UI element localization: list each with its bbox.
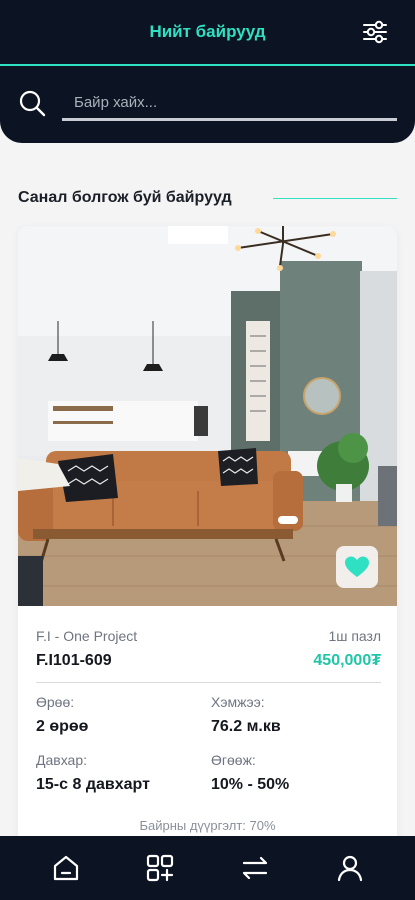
occupancy-note: Байрны дүүргэлт: 70% — [139, 818, 276, 833]
rooms-label: Өрөө: — [36, 694, 75, 710]
favorite-button[interactable] — [336, 546, 378, 588]
nav-add[interactable] — [144, 852, 176, 884]
rooms-value: 2 өрөө — [36, 718, 89, 735]
nav-profile[interactable] — [334, 852, 366, 884]
sliders-icon — [363, 20, 387, 44]
search-icon[interactable] — [18, 89, 46, 117]
search-input[interactable] — [62, 87, 397, 121]
price-unit: 1ш пазл — [328, 628, 381, 644]
swap-icon — [242, 856, 268, 880]
header-divider — [0, 64, 415, 66]
profile-icon — [337, 855, 363, 882]
size-value: 76.2 м.кв — [211, 718, 281, 735]
unit-code: F.I101-609 — [36, 652, 112, 669]
discount-value: 10% - 50% — [211, 776, 290, 793]
add-grid-icon — [146, 854, 174, 882]
top-header: Нийт байрууд — [0, 0, 415, 143]
home-icon — [53, 855, 79, 881]
listing-price: 450,000₮ — [313, 652, 381, 669]
nav-swap[interactable] — [239, 852, 271, 884]
nav-home[interactable] — [50, 852, 82, 884]
floor-label: Давхар: — [36, 752, 88, 768]
info-divider — [36, 682, 381, 683]
project-name: F.I - One Project — [36, 628, 138, 644]
heart-icon — [345, 556, 369, 577]
floor-value: 15-с 8 давхарт — [36, 776, 150, 793]
filter-button[interactable] — [361, 18, 389, 46]
discount-label: Өгөөж: — [211, 752, 256, 768]
section-title: Санал болгож буй байрууд — [18, 189, 232, 206]
section-divider — [273, 198, 397, 199]
bottom-navigation — [0, 836, 415, 900]
size-label: Хэмжээ: — [211, 694, 265, 710]
listing-card[interactable]: F.I - One Project 1ш пазл F.I101-609 450… — [18, 226, 397, 866]
page-title: Нийт байрууд — [149, 22, 266, 41]
